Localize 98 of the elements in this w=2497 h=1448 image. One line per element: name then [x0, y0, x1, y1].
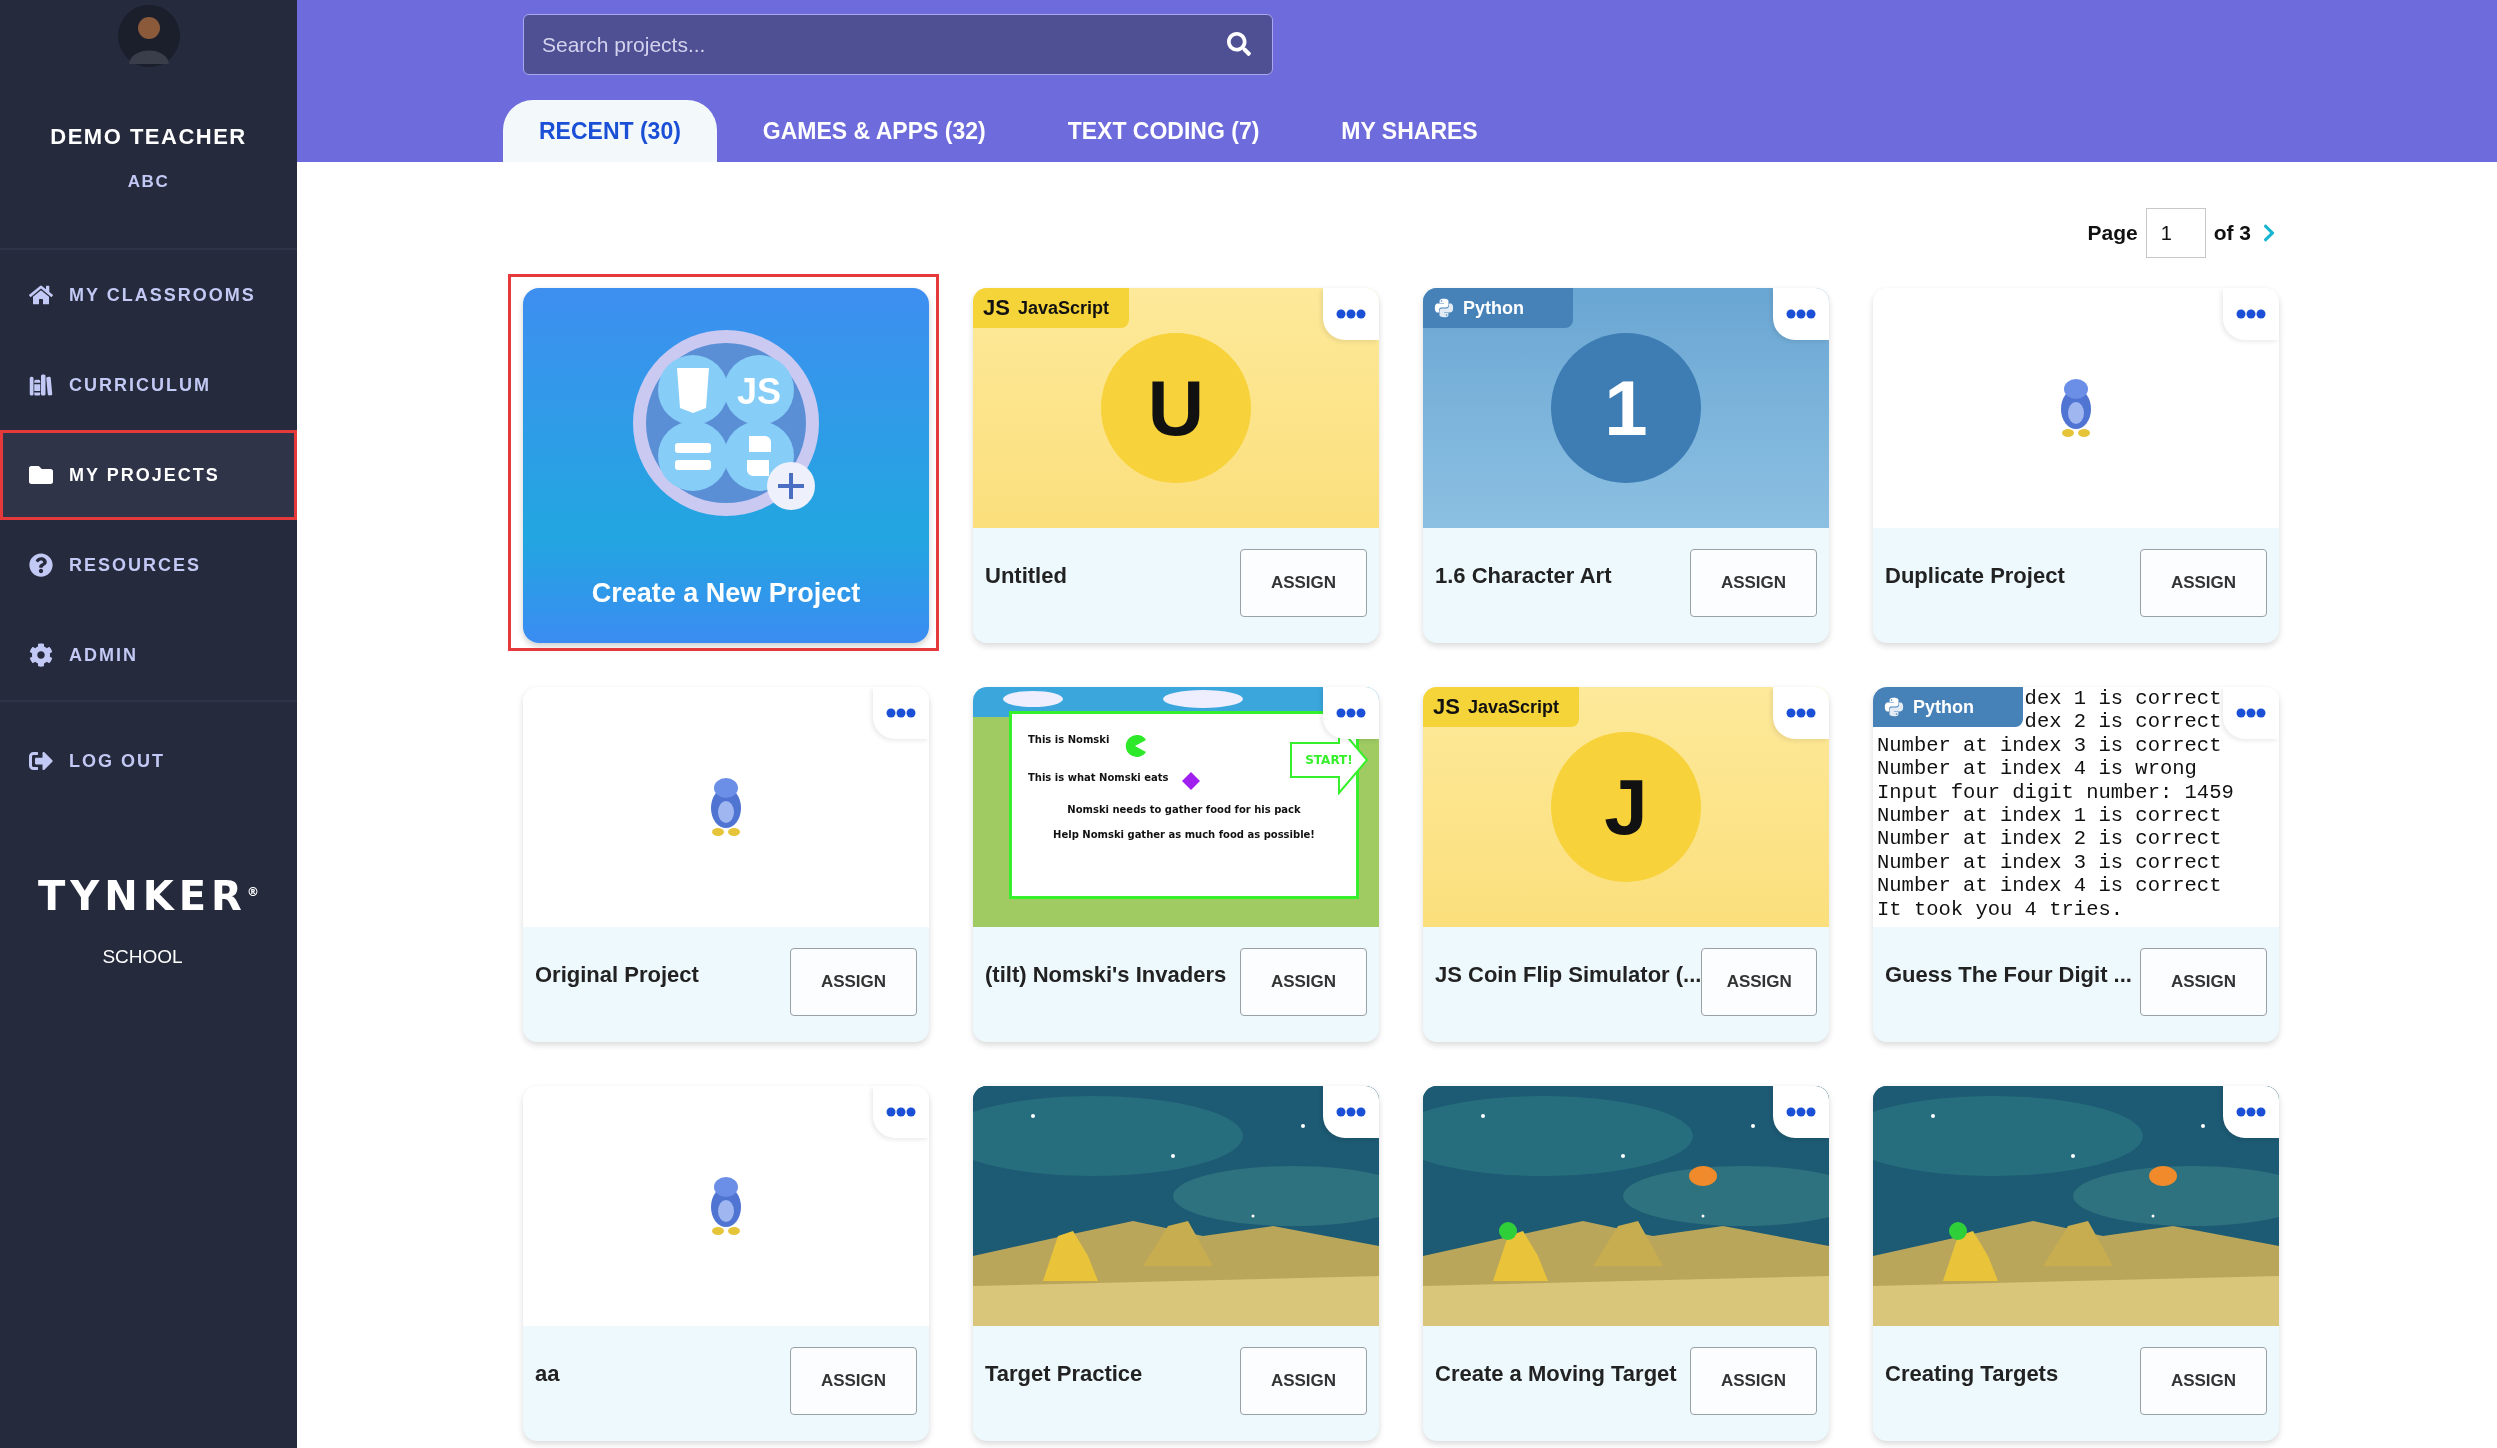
languages-icon: JS: [631, 328, 821, 518]
project-title: (tilt) Nomski's Invaders: [985, 962, 1227, 988]
logout-icon: [29, 749, 53, 773]
page-input[interactable]: 1: [2145, 208, 2206, 258]
search-icon: [1227, 32, 1251, 56]
search-field[interactable]: Search projects...: [523, 14, 1273, 75]
console-line: Input four digit number: 1459: [1877, 780, 2234, 805]
console-line: Number at index 2 is correct: [1877, 827, 2222, 851]
project-title: aa: [535, 1361, 560, 1387]
tab[interactable]: GAMES & APPS (32): [726, 100, 1022, 162]
nav-item[interactable]: ADMIN: [0, 610, 297, 700]
more-icon: [1786, 708, 1816, 718]
more-button[interactable]: [1323, 288, 1379, 340]
user-name: DEMO TEACHER: [50, 124, 247, 150]
nav-item[interactable]: MY PROJECTS: [0, 430, 297, 520]
help-icon: [29, 553, 53, 577]
brand-subtitle: SCHOOL: [102, 946, 183, 968]
assign-button[interactable]: ASSIGN: [790, 1347, 917, 1415]
more-icon: [2236, 309, 2266, 319]
more-button[interactable]: [1323, 1086, 1379, 1138]
nav-item[interactable]: MY CLASSROOMS: [0, 250, 297, 340]
project-title: Duplicate Project: [1885, 563, 2065, 589]
nav-item[interactable]: CURRICULUM: [0, 340, 297, 430]
more-button[interactable]: [2223, 687, 2279, 739]
language-label: JavaScript: [1467, 696, 1559, 718]
assign-button[interactable]: ASSIGN: [1240, 549, 1367, 617]
console-line: It took you 4 tries.: [1877, 897, 2124, 922]
folder-icon: [29, 463, 53, 487]
project-title: Target Practice: [985, 1361, 1143, 1387]
project-title: Original Project: [535, 962, 699, 988]
more-button[interactable]: [2223, 288, 2279, 340]
assign-button[interactable]: ASSIGN: [1690, 549, 1817, 617]
more-icon: [2236, 1107, 2266, 1117]
more-button[interactable]: [873, 1086, 929, 1138]
project-title: Untitled: [985, 563, 1067, 589]
js-logo: JS: [1433, 694, 1460, 720]
assign-button[interactable]: ASSIGN: [2140, 549, 2267, 617]
console-line: Number at index 1 is correct: [1877, 804, 2222, 828]
more-icon: [2236, 708, 2266, 718]
console-line: Number at index 3 is correct: [1877, 850, 2222, 875]
assign-button[interactable]: ASSIGN: [1240, 948, 1367, 1016]
more-icon: [1336, 309, 1366, 319]
more-icon: [1336, 708, 1366, 718]
console-line: dex 1 is correct: [2024, 687, 2222, 711]
project-title: 1.6 Character Art: [1435, 563, 1612, 589]
python-icon: [1883, 696, 1905, 718]
organization-name: ABC: [127, 172, 170, 192]
assign-button[interactable]: ASSIGN: [790, 948, 917, 1016]
console-line: Number at index 4 is wrong: [1877, 757, 2197, 781]
diamond-icon: [1182, 772, 1201, 790]
settings-icon: [29, 643, 53, 667]
more-icon: [886, 1107, 916, 1117]
nav-item[interactable]: RESOURCES: [0, 520, 297, 610]
project-title: JS Coin Flip Simulator (...: [1435, 962, 1702, 988]
game-text: This is what Nomski eats: [1028, 772, 1169, 783]
more-icon: [1786, 1107, 1816, 1117]
page-label: Page: [2087, 221, 2138, 245]
console-line: Number at index 4 is correct: [1877, 874, 2222, 898]
assign-button[interactable]: ASSIGN: [2140, 948, 2267, 1016]
game-text: Nomski needs to gather food for his pack: [1067, 804, 1301, 815]
initial-avatar: J: [1551, 732, 1701, 882]
console-line: dex 2 is correct: [2024, 710, 2222, 734]
more-icon: [886, 708, 916, 718]
brand-logo: TYNKER$^{®}$: [38, 876, 259, 916]
project-title: Create a Moving Target: [1435, 1361, 1677, 1387]
project-title: Creating Targets: [1885, 1361, 2059, 1387]
more-button[interactable]: [1773, 1086, 1829, 1138]
console-line: Number at index 3 is correct: [1877, 733, 2222, 758]
pacman-icon: [1123, 734, 1148, 758]
more-icon: [1336, 1107, 1366, 1117]
logout-link[interactable]: LOG OUT: [0, 716, 297, 806]
more-button[interactable]: [1773, 288, 1829, 340]
books-icon: [29, 373, 53, 397]
avatar: [116, 4, 181, 68]
more-button[interactable]: [2223, 1086, 2279, 1138]
more-icon: [1786, 309, 1816, 319]
more-button[interactable]: [1773, 687, 1829, 739]
js-logo: JS: [983, 295, 1010, 321]
tab[interactable]: MY SHARES: [1305, 100, 1514, 162]
assign-button[interactable]: ASSIGN: [1690, 1347, 1817, 1415]
language-label: Python: [1913, 696, 1974, 718]
home-icon: [29, 283, 53, 307]
language-label: JavaScript: [1017, 297, 1109, 319]
python-icon: [1433, 297, 1455, 319]
more-button[interactable]: [1323, 687, 1379, 739]
initial-avatar: U: [1101, 333, 1251, 483]
assign-button[interactable]: ASSIGN: [1240, 1347, 1367, 1415]
page-total: of 3: [2213, 221, 2251, 245]
project-title: Guess The Four Digit ...: [1885, 962, 2132, 988]
more-button[interactable]: [873, 687, 929, 739]
assign-button[interactable]: ASSIGN: [1701, 948, 1817, 1016]
tab[interactable]: RECENT (30): [503, 100, 717, 162]
game-text: This is Nomski: [1028, 734, 1110, 745]
game-text: Help Nomski gather as much food as possible!: [1053, 829, 1315, 840]
assign-button[interactable]: ASSIGN: [2140, 1347, 2267, 1415]
tab[interactable]: TEXT CODING (7): [1031, 100, 1296, 162]
language-label: Python: [1463, 297, 1524, 319]
initial-avatar: 1: [1551, 333, 1701, 483]
